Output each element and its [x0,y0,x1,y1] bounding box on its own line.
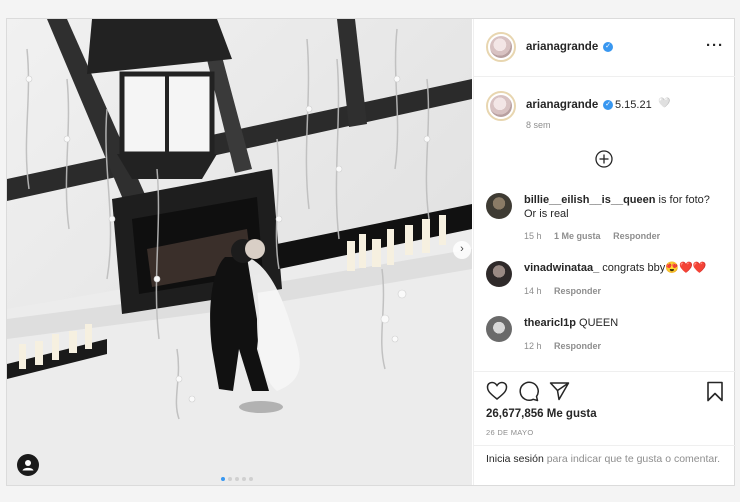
verified-badge-icon: ✓ [603,100,613,110]
verified-badge-icon: ✓ [603,42,613,52]
login-prompt-text: para indicar que te gusta o comentar. [543,453,721,465]
commenter-avatar[interactable] [486,316,512,342]
author-avatar[interactable] [486,32,516,62]
login-prompt: Inicia sesión para indicar que te gusta … [474,445,736,485]
comment-reply-button[interactable]: Responder [554,341,601,351]
carousel-dot [228,477,232,481]
caption-emoji: 🤍 [658,98,671,109]
comment-item: billie__eilish__is__queen is for foto? O… [486,193,726,243]
caption-avatar[interactable] [486,91,516,121]
post-photo[interactable]: › [7,19,472,485]
more-horizontal-icon[interactable]: ··· [706,37,724,54]
post-header: arianagrande ✓ ··· [474,19,735,77]
post-date[interactable]: 26 DE MAYO [486,428,533,437]
carousel-dot [242,477,246,481]
caption-username[interactable]: arianagrande [526,99,598,111]
carousel-dot [235,477,239,481]
chevron-right-icon: › [460,243,464,255]
next-photo-button[interactable]: › [453,241,471,259]
load-more-comments-button[interactable] [594,149,614,169]
tagged-users-button[interactable] [17,454,39,476]
comment-text: billie__eilish__is__queen is for foto? O… [524,193,724,221]
comment-time[interactable]: 15 h [524,231,542,241]
comment-body: congrats bby😍❤️❤️ [602,262,707,274]
comment-time[interactable]: 14 h [524,286,542,296]
comment-body: QUEEN [579,317,619,329]
bookmark-icon[interactable] [706,381,724,402]
plus-circle-icon [595,150,613,168]
comment-username[interactable]: vinadwinataa_ [524,262,599,274]
likes-count[interactable]: 26,677,856 Me gusta [486,408,597,420]
wedding-photo [7,19,472,485]
instagram-post: › arianagrande ✓ ··· arianagrande ✓ 5.15… [6,18,736,486]
login-link[interactable]: Inicia sesión [486,453,544,465]
post-side-panel: arianagrande ✓ ··· arianagrande ✓ 5.15.2… [473,19,736,485]
comment-reply-button[interactable]: Responder [554,286,601,296]
comment-username[interactable]: thearicl1p [524,317,576,329]
caption: arianagrande ✓ 5.15.21 🤍 8 sem [486,91,726,141]
comment-username[interactable]: billie__eilish__is__queen [524,194,655,206]
comment-text: thearicl1p QUEEN [524,316,724,330]
comment-reply-button[interactable]: Responder [613,231,660,241]
carousel-dots [221,468,253,485]
commenter-avatar[interactable] [486,261,512,287]
caption-text: 5.15.21 [615,99,652,111]
comment-meta: 15 h 1 Me gusta Responder [524,231,670,241]
commenter-avatar[interactable] [486,193,512,219]
comment-meta: 12 h Responder [524,341,611,351]
caption-time[interactable]: 8 sem [526,120,551,130]
heart-icon[interactable] [486,381,508,401]
paper-plane-icon[interactable] [549,381,570,401]
comment-item: thearicl1p QUEEN 12 h Responder [486,316,726,356]
author-username[interactable]: arianagrande [526,41,598,53]
carousel-dot [221,477,225,481]
comment-time[interactable]: 12 h [524,341,542,351]
comment-likes[interactable]: 1 Me gusta [554,231,601,241]
comment-text: vinadwinataa_ congrats bby😍❤️❤️ [524,261,724,275]
comment-item: vinadwinataa_ congrats bby😍❤️❤️ 14 h Res… [486,261,726,301]
carousel-dot [249,477,253,481]
comment-meta: 14 h Responder [524,286,611,296]
user-tag-icon [22,460,34,471]
comment-icon[interactable] [518,381,539,402]
